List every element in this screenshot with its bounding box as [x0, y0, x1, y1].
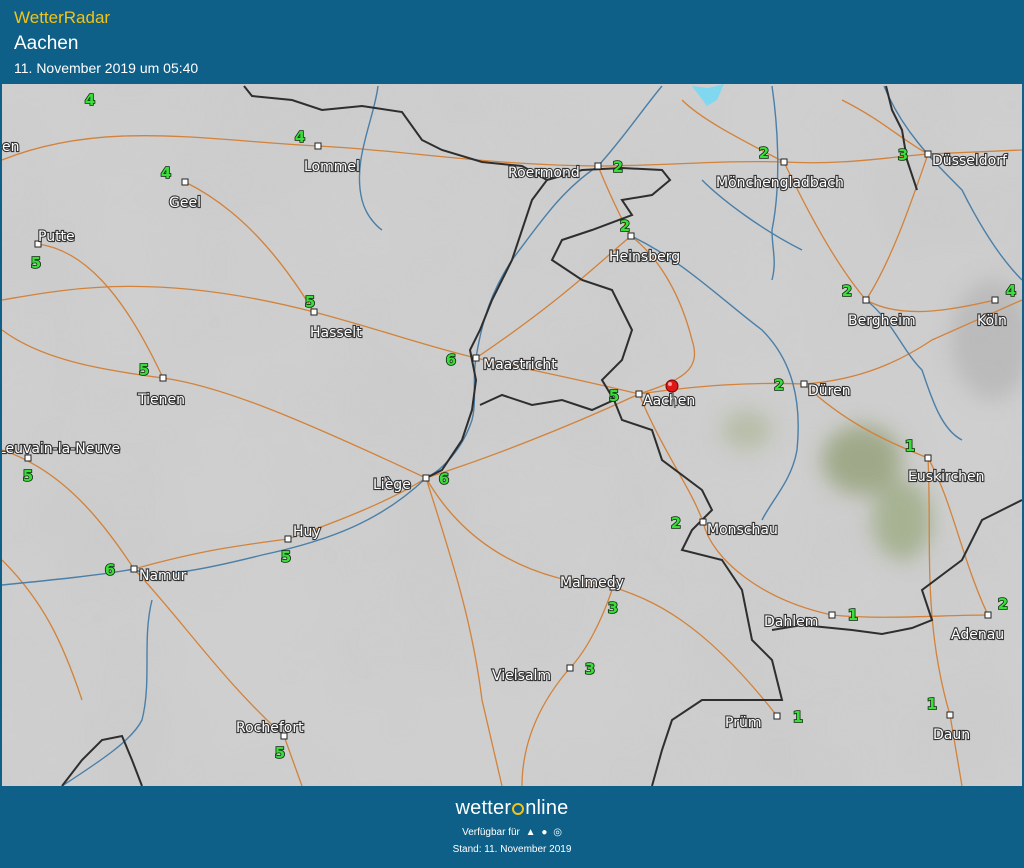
radar-value-duren: 2	[774, 376, 784, 394]
city-dot-dahlem	[828, 611, 836, 619]
city-label-namur[interactable]: Namur	[138, 567, 188, 585]
city-dot-prum	[773, 712, 781, 720]
city-label-euskirchen[interactable]: Euskirchen	[907, 468, 986, 486]
city-dot-namur	[130, 565, 138, 573]
city-dot-dusseldorf	[924, 150, 932, 158]
radar-value-dahlem: 1	[848, 606, 858, 624]
radar-value-heinsberg: 2	[620, 217, 630, 235]
city-label-tienen[interactable]: Tienen	[136, 391, 186, 409]
stand-text: Stand: 11. November 2019	[452, 844, 572, 855]
radar-value-tienen: 5	[139, 361, 149, 379]
city-label-monchengladbach[interactable]: Mönchengladbach	[715, 174, 845, 192]
brand-title: WetterRadar	[14, 8, 111, 27]
city-label-edge: en	[2, 139, 20, 155]
logo-sun-icon	[512, 803, 525, 815]
city-label-vielsalm[interactable]: Vielsalm	[491, 667, 552, 685]
city-dot-vielsalm	[566, 664, 574, 672]
radar-value-leuvain-la-neuve: 5	[23, 467, 33, 485]
web-icon[interactable]: ◎	[553, 827, 562, 838]
radar-value-bergheim: 2	[842, 282, 852, 300]
radar-value-monchengladbach: 2	[759, 144, 769, 162]
radar-value-huy: 5	[281, 548, 291, 566]
radar-value-dusseldorf: 3	[898, 146, 908, 164]
city-label-koln[interactable]: Köln	[976, 312, 1008, 330]
radar-value-vielsalm: 3	[585, 660, 595, 678]
available-text: Verfügbar für	[462, 827, 520, 838]
city-dot-euskirchen	[924, 454, 932, 462]
availability-line: Verfügbar für ▲ ● ◎	[0, 827, 1024, 838]
city-label-heinsberg[interactable]: Heinsberg	[608, 248, 681, 266]
radar-value-rochefort: 5	[275, 744, 285, 762]
city-label-dahlem[interactable]: Dahlem	[763, 613, 820, 631]
radar-value-lommel: 4	[295, 128, 305, 146]
app-footer: wetter nline Verfügbar für ▲ ● ◎ Stand: 1…	[0, 786, 1024, 868]
city-label-prum[interactable]: Prüm	[724, 714, 763, 732]
city-label-geel[interactable]: Geel	[168, 194, 202, 212]
city-label-hasselt[interactable]: Hasselt	[309, 324, 363, 342]
city-dot-tienen	[159, 374, 167, 382]
app-header: WetterRadar Aachen 11. November 2019 um …	[0, 0, 1024, 84]
city-label-leuvain-la-neuve[interactable]: Leuvain-la-Neuve	[2, 440, 121, 458]
radar-timestamp: 11. November 2019 um 05:40	[14, 60, 199, 76]
city-label-duren[interactable]: Düren	[807, 382, 852, 400]
radar-value-putte: 5	[31, 254, 41, 272]
radar-value-hasselt: 5	[305, 293, 315, 311]
city-label-maastricht[interactable]: Maastricht	[482, 356, 558, 374]
location-title: Aachen	[14, 33, 79, 54]
city-dot-lommel	[314, 142, 322, 150]
city-dot-adenau	[984, 611, 992, 619]
radar-value-koln: 4	[1006, 282, 1016, 300]
android-icon[interactable]: ▲	[526, 827, 536, 838]
city-label-malmedy[interactable]: Malmedy	[559, 574, 625, 592]
city-label-monschau[interactable]: Monschau	[706, 521, 779, 539]
city-label-aachen[interactable]: Aachen	[642, 392, 696, 410]
radar-map[interactable]: Lommel 4 Geel 4 Putte 5 Hasselt 5 Tienen 5 Maastri…	[2, 84, 1022, 786]
wetteronline-logo[interactable]: wetter nline	[0, 797, 1024, 820]
apple-icon[interactable]: ●	[541, 827, 547, 838]
city-label-huy[interactable]: Huy	[292, 523, 322, 541]
city-dot-aachen	[635, 390, 643, 398]
city-dot-huy	[284, 535, 292, 543]
city-dot-monschau	[699, 518, 707, 526]
city-dot-bergheim	[862, 296, 870, 304]
city-dot-daun	[946, 711, 954, 719]
city-dot-maastricht	[472, 354, 480, 362]
radar-value-aachen: 5	[609, 387, 619, 405]
city-dot-duren	[800, 380, 808, 388]
city-label-rochefort[interactable]: Rochefort	[235, 719, 305, 737]
radar-value-prum: 1	[793, 708, 803, 726]
city-dot-koln	[991, 296, 999, 304]
city-dot-monchengladbach	[780, 158, 788, 166]
radar-value-monschau: 2	[671, 514, 681, 532]
radar-value-malmedy: 3	[608, 599, 618, 617]
radar-value-geel: 4	[161, 164, 171, 182]
city-label-lommel[interactable]: Lommel	[303, 158, 361, 176]
city-label-putte[interactable]: Putte	[37, 228, 76, 246]
radar-value-euskirchen: 1	[905, 437, 915, 455]
city-label-roermond[interactable]: Roermond	[507, 164, 581, 182]
city-dot-liege	[422, 474, 430, 482]
city-label-dusseldorf[interactable]: Düsseldorf	[931, 152, 1009, 170]
radar-value-liege: 6	[439, 470, 449, 488]
radar-value-namur: 6	[105, 561, 115, 579]
city-label-adenau[interactable]: Adenau	[950, 626, 1005, 644]
radar-value-adenau: 2	[998, 595, 1008, 613]
city-label-bergheim[interactable]: Bergheim	[847, 312, 917, 330]
city-label-daun[interactable]: Daun	[932, 726, 971, 744]
city-label-liege[interactable]: Liège	[372, 476, 412, 494]
city-dot-geel	[181, 178, 189, 186]
radar-value-daun: 1	[927, 695, 937, 713]
city-dot-roermond	[594, 162, 602, 170]
radar-value-extra: 4	[85, 91, 95, 109]
radar-value-roermond: 2	[613, 158, 623, 176]
radar-value-maastricht: 6	[446, 351, 456, 369]
